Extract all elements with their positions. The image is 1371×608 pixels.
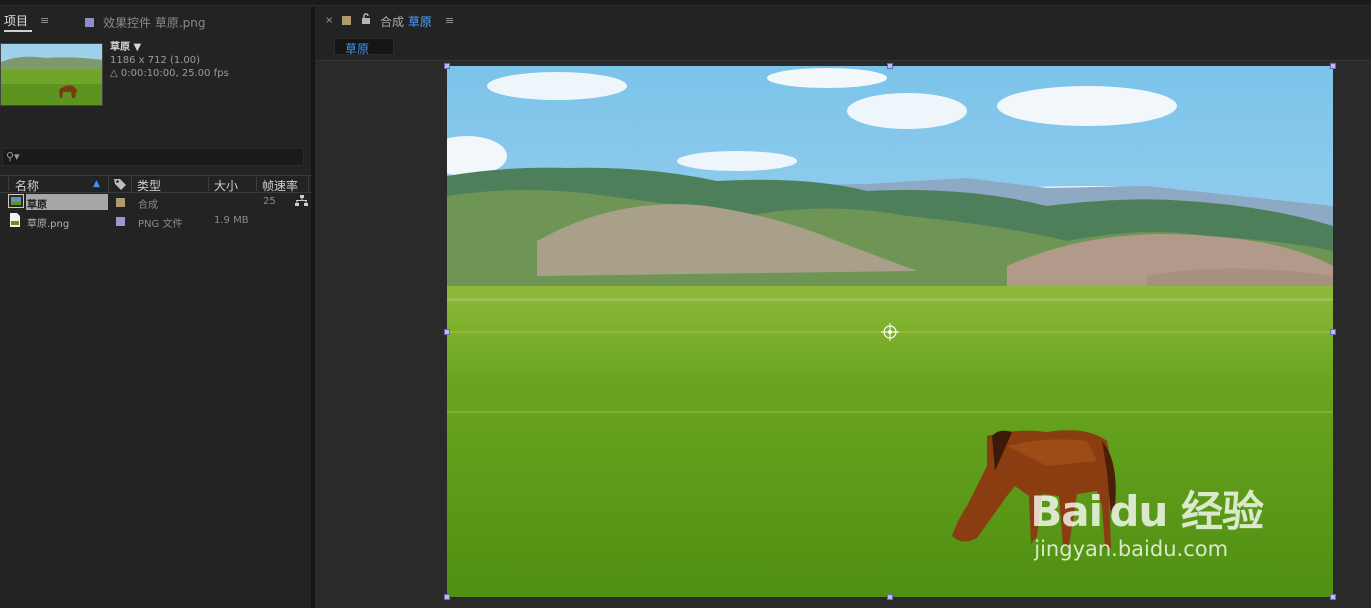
tab-composition[interactable]: 合成 草原 <box>380 13 432 30</box>
watermark-url: jingyan.baidu.com <box>1034 537 1229 561</box>
label-color-swatch <box>342 16 351 25</box>
label-tag-icon[interactable] <box>113 177 127 194</box>
project-table-header: 名称 ▲ 类型 大小 帧速率 <box>0 175 311 193</box>
project-row[interactable]: 草原 合成 25 <box>0 193 311 211</box>
transform-handle[interactable] <box>1330 329 1336 335</box>
tab-composition-name: 草原 <box>407 15 432 29</box>
item-info-name: 草原 <box>110 42 130 53</box>
project-tabs: 项目 ≡ 效果控件 草原.png <box>0 7 311 35</box>
png-file-icon <box>9 213 21 230</box>
tab-effect-controls[interactable]: 效果控件 草原.png <box>85 14 205 31</box>
dropdown-arrow-icon[interactable]: ▼ <box>133 42 141 53</box>
composition-icon <box>8 194 24 211</box>
transform-handle[interactable] <box>444 594 450 600</box>
item-info: 草原 ▼ 1186 x 712 (1.00) △ 0:00:10:00, 25.… <box>110 41 229 80</box>
watermark-brand: Bai du 经验 <box>1030 487 1264 536</box>
column-type[interactable]: 类型 <box>137 177 161 194</box>
column-size[interactable]: 大小 <box>214 177 238 194</box>
row-name: 草原.png <box>27 219 70 230</box>
transform-handle[interactable] <box>1330 63 1336 69</box>
panel-menu-icon[interactable]: ≡ <box>40 14 49 27</box>
item-info-dims: 1186 x 712 (1.00) <box>110 55 201 66</box>
item-info-duration: △ 0:00:10:00, 25.00 fps <box>110 68 229 79</box>
baidu-watermark: Bai du 经验 jingyan.baidu.com <box>1030 478 1264 561</box>
row-size: 1.9 MB <box>214 215 249 226</box>
preview-thumbnail <box>0 43 103 106</box>
search-input[interactable]: ⚲▾ <box>2 148 304 166</box>
search-icon: ⚲▾ <box>6 150 20 163</box>
tab-composition-prefix: 合成 <box>380 15 405 29</box>
project-row[interactable]: 草原.png PNG 文件 1.9 MB <box>0 212 311 230</box>
close-icon[interactable]: × <box>325 15 333 26</box>
top-strip <box>0 0 1371 6</box>
row-type: PNG 文件 <box>138 219 183 230</box>
tab-project[interactable]: 项目 <box>4 12 33 32</box>
column-fps[interactable]: 帧速率 <box>262 177 298 194</box>
row-name: 草原 <box>26 194 108 211</box>
flowchart-icon[interactable] <box>295 195 308 210</box>
composition-panel: × 合成 草原 ≡ 草原 Bai du 经验 jingyan.baidu.com <box>315 7 1371 608</box>
composition-viewer[interactable]: Bai du 经验 jingyan.baidu.com <box>315 61 1371 608</box>
transform-handle[interactable] <box>1330 594 1336 600</box>
transform-handle[interactable] <box>444 63 450 69</box>
label-color-swatch <box>85 18 94 27</box>
sort-ascending-icon[interactable]: ▲ <box>93 179 100 189</box>
label-color-swatch[interactable] <box>116 198 125 207</box>
row-type: 合成 <box>138 200 158 211</box>
panel-menu-icon[interactable]: ≡ <box>445 14 454 27</box>
transform-handle[interactable] <box>887 63 893 69</box>
lock-icon[interactable] <box>361 13 371 27</box>
transform-handle[interactable] <box>444 329 450 335</box>
composition-nav-tab[interactable]: 草原 <box>334 38 394 56</box>
label-color-swatch[interactable] <box>116 217 125 226</box>
composition-tabs: × 合成 草原 ≡ <box>315 7 1371 33</box>
row-fps: 25 <box>263 196 276 207</box>
composition-frame[interactable]: Bai du 经验 jingyan.baidu.com <box>447 66 1333 597</box>
project-panel: 项目 ≡ 效果控件 草原.png 草原 ▼ 1186 x 712 (1.00) … <box>0 7 311 608</box>
transform-handle[interactable] <box>887 594 893 600</box>
tab-effect-controls-label: 效果控件 草原.png <box>103 16 206 30</box>
column-name[interactable]: 名称 <box>15 177 39 194</box>
